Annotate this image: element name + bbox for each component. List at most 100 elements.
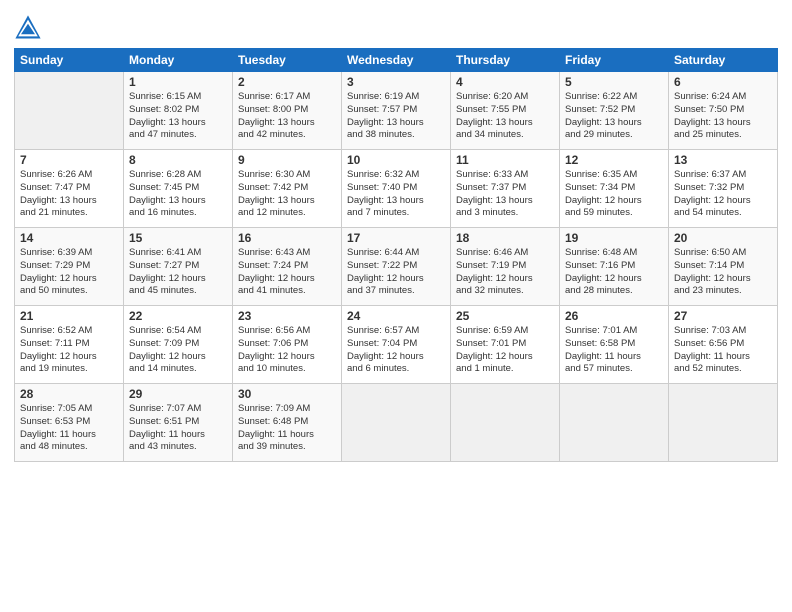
- header-cell-wednesday: Wednesday: [342, 49, 451, 72]
- day-cell: 10 Sunrise: 6:32 AM Sunset: 7:40 PM Dayli…: [342, 150, 451, 228]
- day-cell: 25 Sunrise: 6:59 AM Sunset: 7:01 PM Dayli…: [451, 306, 560, 384]
- day-content: Sunrise: 6:43 AM Sunset: 7:24 PM Dayligh…: [238, 247, 336, 298]
- day-content: Sunrise: 6:50 AM Sunset: 7:14 PM Dayligh…: [674, 247, 772, 298]
- day-content: Sunrise: 7:05 AM Sunset: 6:53 PM Dayligh…: [20, 403, 118, 454]
- day-cell: 26 Sunrise: 7:01 AM Sunset: 6:58 PM Dayli…: [560, 306, 669, 384]
- day-number: 8: [129, 153, 227, 167]
- day-content: Sunrise: 6:15 AM Sunset: 8:02 PM Dayligh…: [129, 91, 227, 142]
- day-number: 20: [674, 231, 772, 245]
- day-content: Sunrise: 6:44 AM Sunset: 7:22 PM Dayligh…: [347, 247, 445, 298]
- day-cell: 7Sunrise: 6:26 AM Sunset: 7:47 PM Daylig…: [15, 150, 124, 228]
- day-content: Sunrise: 7:07 AM Sunset: 6:51 PM Dayligh…: [129, 403, 227, 454]
- day-cell: 8 Sunrise: 6:28 AM Sunset: 7:45 PM Daylig…: [124, 150, 233, 228]
- day-content: Sunrise: 6:46 AM Sunset: 7:19 PM Dayligh…: [456, 247, 554, 298]
- day-content: Sunrise: 6:41 AM Sunset: 7:27 PM Dayligh…: [129, 247, 227, 298]
- header: [14, 10, 778, 42]
- day-content: Sunrise: 6:30 AM Sunset: 7:42 PM Dayligh…: [238, 169, 336, 220]
- day-number: 18: [456, 231, 554, 245]
- day-cell: 12 Sunrise: 6:35 AM Sunset: 7:34 PM Dayli…: [560, 150, 669, 228]
- day-cell: [342, 384, 451, 462]
- day-cell: [560, 384, 669, 462]
- header-row: SundayMondayTuesdayWednesdayThursdayFrid…: [15, 49, 778, 72]
- logo: [14, 14, 46, 42]
- header-cell-friday: Friday: [560, 49, 669, 72]
- day-number: 1: [129, 75, 227, 89]
- day-content: Sunrise: 6:26 AM Sunset: 7:47 PM Dayligh…: [20, 169, 118, 220]
- day-content: Sunrise: 6:57 AM Sunset: 7:04 PM Dayligh…: [347, 325, 445, 376]
- day-content: Sunrise: 6:20 AM Sunset: 7:55 PM Dayligh…: [456, 91, 554, 142]
- day-cell: 16 Sunrise: 6:43 AM Sunset: 7:24 PM Dayli…: [233, 228, 342, 306]
- day-cell: 17 Sunrise: 6:44 AM Sunset: 7:22 PM Dayli…: [342, 228, 451, 306]
- day-content: Sunrise: 6:28 AM Sunset: 7:45 PM Dayligh…: [129, 169, 227, 220]
- day-number: 30: [238, 387, 336, 401]
- day-number: 28: [20, 387, 118, 401]
- day-content: Sunrise: 6:35 AM Sunset: 7:34 PM Dayligh…: [565, 169, 663, 220]
- day-cell: 23 Sunrise: 6:56 AM Sunset: 7:06 PM Dayli…: [233, 306, 342, 384]
- day-content: Sunrise: 6:22 AM Sunset: 7:52 PM Dayligh…: [565, 91, 663, 142]
- day-number: 5: [565, 75, 663, 89]
- day-cell: 22 Sunrise: 6:54 AM Sunset: 7:09 PM Dayli…: [124, 306, 233, 384]
- day-number: 25: [456, 309, 554, 323]
- day-number: 17: [347, 231, 445, 245]
- day-number: 23: [238, 309, 336, 323]
- day-content: Sunrise: 6:56 AM Sunset: 7:06 PM Dayligh…: [238, 325, 336, 376]
- day-number: 2: [238, 75, 336, 89]
- header-cell-saturday: Saturday: [669, 49, 778, 72]
- day-cell: 30 Sunrise: 7:09 AM Sunset: 6:48 PM Dayli…: [233, 384, 342, 462]
- day-content: Sunrise: 6:33 AM Sunset: 7:37 PM Dayligh…: [456, 169, 554, 220]
- day-cell: 24 Sunrise: 6:57 AM Sunset: 7:04 PM Dayli…: [342, 306, 451, 384]
- day-number: 21: [20, 309, 118, 323]
- day-cell: 9Sunrise: 6:30 AM Sunset: 7:42 PM Daylig…: [233, 150, 342, 228]
- week-row-5: 28 Sunrise: 7:05 AM Sunset: 6:53 PM Dayli…: [15, 384, 778, 462]
- day-cell: 3 Sunrise: 6:19 AM Sunset: 7:57 PM Daylig…: [342, 72, 451, 150]
- day-cell: 19Sunrise: 6:48 AM Sunset: 7:16 PM Dayli…: [560, 228, 669, 306]
- day-number: 15: [129, 231, 227, 245]
- day-cell: 14 Sunrise: 6:39 AM Sunset: 7:29 PM Dayli…: [15, 228, 124, 306]
- week-row-1: 1 Sunrise: 6:15 AM Sunset: 8:02 PM Daylig…: [15, 72, 778, 150]
- page-container: SundayMondayTuesdayWednesdayThursdayFrid…: [0, 0, 792, 472]
- day-cell: 2Sunrise: 6:17 AM Sunset: 8:00 PM Daylig…: [233, 72, 342, 150]
- day-number: 22: [129, 309, 227, 323]
- day-content: Sunrise: 6:19 AM Sunset: 7:57 PM Dayligh…: [347, 91, 445, 142]
- day-content: Sunrise: 7:09 AM Sunset: 6:48 PM Dayligh…: [238, 403, 336, 454]
- day-cell: [15, 72, 124, 150]
- day-content: Sunrise: 6:39 AM Sunset: 7:29 PM Dayligh…: [20, 247, 118, 298]
- day-cell: 21 Sunrise: 6:52 AM Sunset: 7:11 PM Dayli…: [15, 306, 124, 384]
- header-cell-sunday: Sunday: [15, 49, 124, 72]
- day-content: Sunrise: 6:54 AM Sunset: 7:09 PM Dayligh…: [129, 325, 227, 376]
- day-number: 27: [674, 309, 772, 323]
- day-number: 16: [238, 231, 336, 245]
- day-number: 24: [347, 309, 445, 323]
- day-cell: 20 Sunrise: 6:50 AM Sunset: 7:14 PM Dayli…: [669, 228, 778, 306]
- day-number: 4: [456, 75, 554, 89]
- day-number: 13: [674, 153, 772, 167]
- day-content: Sunrise: 6:48 AM Sunset: 7:16 PM Dayligh…: [565, 247, 663, 298]
- logo-icon: [14, 14, 42, 42]
- day-content: Sunrise: 7:03 AM Sunset: 6:56 PM Dayligh…: [674, 325, 772, 376]
- day-cell: [451, 384, 560, 462]
- day-number: 3: [347, 75, 445, 89]
- day-number: 12: [565, 153, 663, 167]
- day-content: Sunrise: 6:32 AM Sunset: 7:40 PM Dayligh…: [347, 169, 445, 220]
- day-cell: 4 Sunrise: 6:20 AM Sunset: 7:55 PM Daylig…: [451, 72, 560, 150]
- header-cell-monday: Monday: [124, 49, 233, 72]
- day-cell: 11 Sunrise: 6:33 AM Sunset: 7:37 PM Dayli…: [451, 150, 560, 228]
- calendar-table: SundayMondayTuesdayWednesdayThursdayFrid…: [14, 48, 778, 462]
- header-cell-thursday: Thursday: [451, 49, 560, 72]
- day-content: Sunrise: 6:52 AM Sunset: 7:11 PM Dayligh…: [20, 325, 118, 376]
- day-content: Sunrise: 6:59 AM Sunset: 7:01 PM Dayligh…: [456, 325, 554, 376]
- day-cell: 27 Sunrise: 7:03 AM Sunset: 6:56 PM Dayli…: [669, 306, 778, 384]
- day-cell: 29 Sunrise: 7:07 AM Sunset: 6:51 PM Dayli…: [124, 384, 233, 462]
- day-number: 10: [347, 153, 445, 167]
- day-number: 26: [565, 309, 663, 323]
- week-row-4: 21 Sunrise: 6:52 AM Sunset: 7:11 PM Dayli…: [15, 306, 778, 384]
- day-cell: 28 Sunrise: 7:05 AM Sunset: 6:53 PM Dayli…: [15, 384, 124, 462]
- day-cell: 1 Sunrise: 6:15 AM Sunset: 8:02 PM Daylig…: [124, 72, 233, 150]
- day-number: 29: [129, 387, 227, 401]
- day-content: Sunrise: 7:01 AM Sunset: 6:58 PM Dayligh…: [565, 325, 663, 376]
- day-number: 6: [674, 75, 772, 89]
- week-row-2: 7Sunrise: 6:26 AM Sunset: 7:47 PM Daylig…: [15, 150, 778, 228]
- day-number: 14: [20, 231, 118, 245]
- day-number: 11: [456, 153, 554, 167]
- day-cell: [669, 384, 778, 462]
